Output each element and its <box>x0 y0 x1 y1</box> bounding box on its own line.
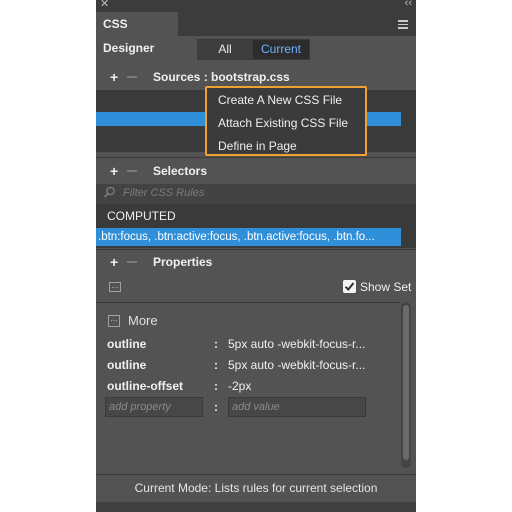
panel-top-strip: ✕ ‹‹ <box>96 0 416 12</box>
menu-item-define-in-page[interactable]: Define in Page <box>218 139 297 153</box>
computed-item[interactable]: COMPUTED <box>107 209 176 223</box>
property-value[interactable]: 5px auto -webkit-focus-r... <box>228 337 365 351</box>
divider <box>96 157 416 158</box>
more-label[interactable]: More <box>128 313 158 328</box>
status-text: Current Mode: Lists rules for current se… <box>134 481 378 495</box>
search-icon <box>103 186 115 198</box>
separator: : <box>214 379 218 393</box>
property-value[interactable]: 5px auto -webkit-focus-r... <box>228 358 365 372</box>
more-icon[interactable]: ... <box>108 315 120 327</box>
tab-css-designer[interactable]: CSS Designer <box>96 12 178 55</box>
menu-item-create-new-css-file[interactable]: Create A New CSS File <box>218 93 342 107</box>
divider <box>96 474 416 475</box>
show-set-checkbox[interactable] <box>343 280 356 293</box>
close-icon[interactable]: ✕ <box>100 0 109 10</box>
filter-css-rules-input[interactable]: Filter CSS Rules <box>96 184 416 204</box>
separator: : <box>214 400 218 414</box>
sources-header: + Sources : bootstrap.css <box>96 66 416 88</box>
more-options-icon[interactable]: ... <box>109 282 121 292</box>
divider <box>96 302 401 303</box>
panel-bottom-strip <box>96 502 416 512</box>
panel-menu-icon[interactable] <box>398 20 408 29</box>
add-source-icon[interactable]: + <box>110 66 118 88</box>
filter-placeholder: Filter CSS Rules <box>123 187 205 199</box>
properties-title: Properties <box>153 255 213 269</box>
property-value[interactable]: -2px <box>228 379 251 393</box>
remove-selector-icon[interactable] <box>127 170 137 172</box>
add-property-input[interactable]: add property <box>105 397 203 417</box>
scrollbar-thumb[interactable] <box>403 305 409 460</box>
divider <box>96 249 416 250</box>
panel-tab-bar: CSS Designer <box>96 12 416 55</box>
add-source-menu: Create A New CSS File Attach Existing CS… <box>205 86 367 156</box>
add-value-input[interactable]: add value <box>228 397 366 417</box>
add-property-icon[interactable]: + <box>110 251 118 273</box>
remove-property-icon[interactable] <box>127 261 137 263</box>
collapse-icon[interactable]: ‹‹ <box>405 0 412 9</box>
property-name[interactable]: outline <box>107 337 146 351</box>
css-designer-panel: ✕ ‹‹ CSS Designer All Current + Sources … <box>96 0 416 512</box>
separator: : <box>214 358 218 372</box>
remove-source-icon[interactable] <box>127 76 137 78</box>
separator: : <box>214 337 218 351</box>
properties-header: + Properties <box>96 251 416 273</box>
sources-title: Sources : bootstrap.css <box>153 70 290 84</box>
property-name[interactable]: outline <box>107 358 146 372</box>
selectors-title: Selectors <box>153 164 208 178</box>
show-set-label: Show Set <box>360 280 412 294</box>
property-name[interactable]: outline-offset <box>107 379 183 393</box>
selectors-header: + Selectors <box>96 160 416 182</box>
all-toggle-button[interactable]: All <box>197 39 253 60</box>
add-selector-icon[interactable]: + <box>110 160 118 182</box>
menu-item-attach-existing-css-file[interactable]: Attach Existing CSS File <box>218 116 348 130</box>
current-toggle-button[interactable]: Current <box>252 39 310 60</box>
selected-selector-row[interactable]: .btn:focus, .btn:active:focus, .btn.acti… <box>96 228 401 246</box>
